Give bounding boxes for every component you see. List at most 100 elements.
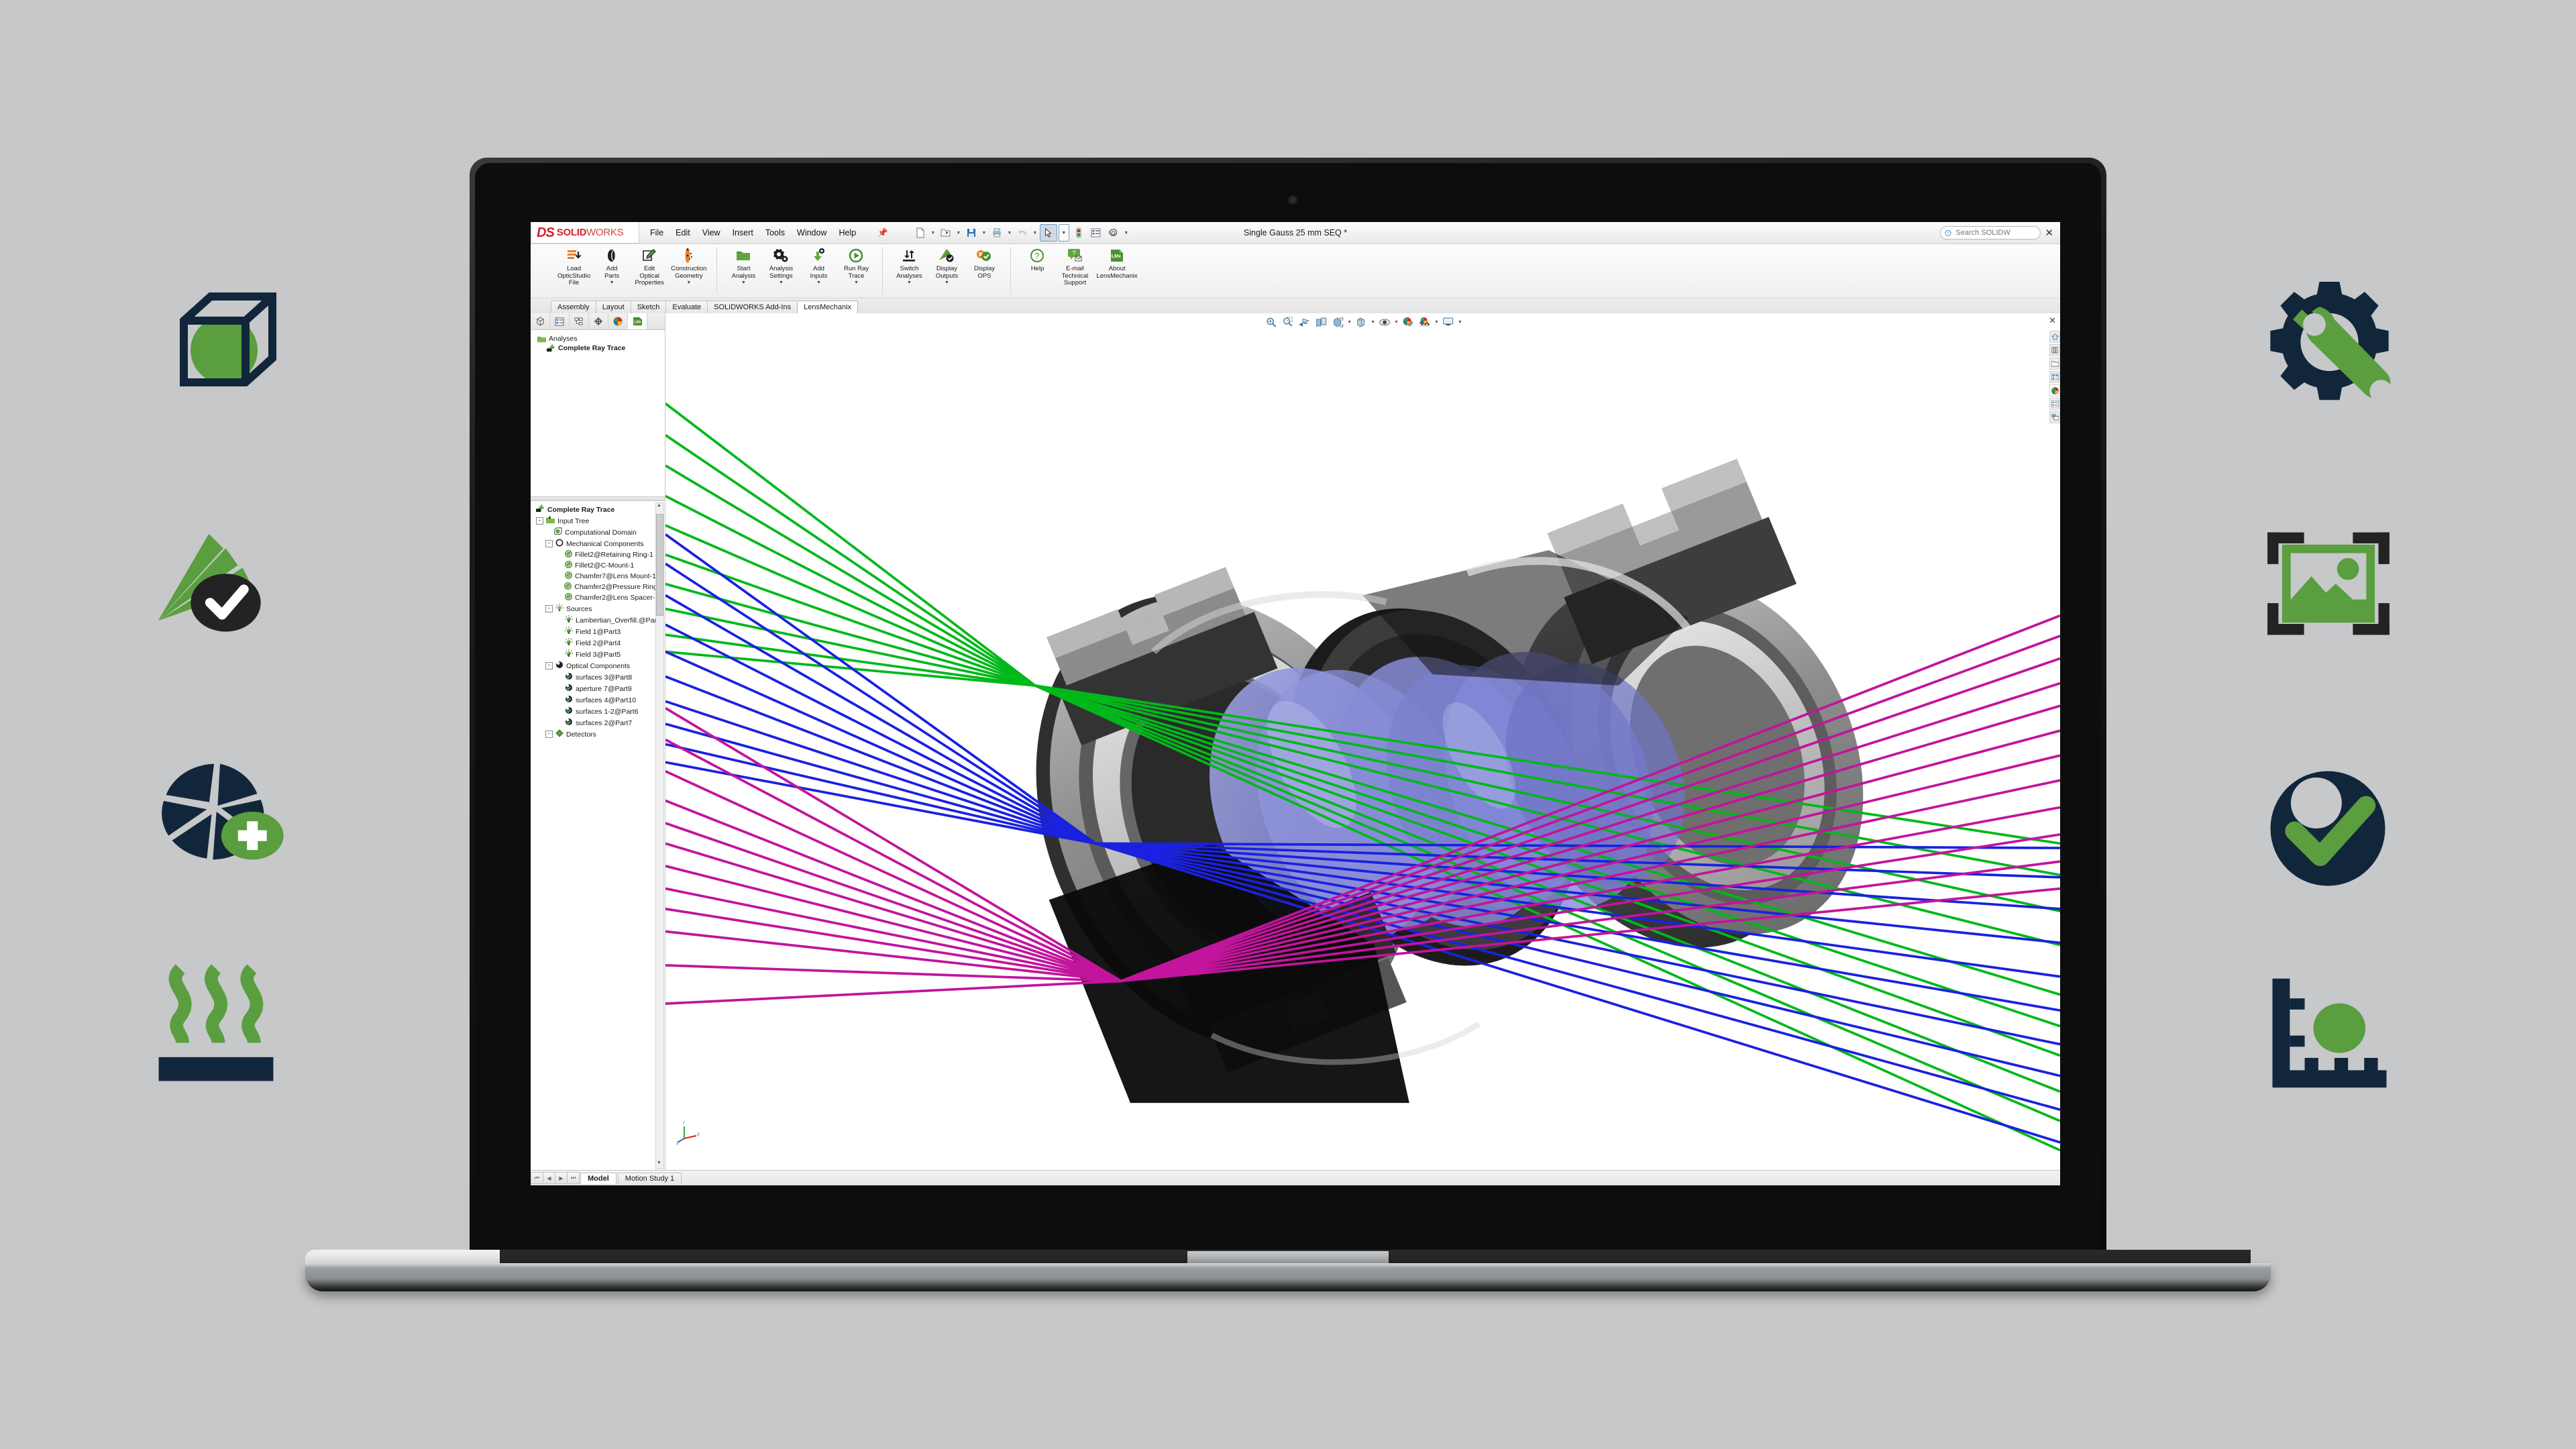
nav-next-button[interactable]: ▶ <box>555 1172 568 1184</box>
add-inputs-dropdown[interactable]: ▼ <box>816 280 821 285</box>
tab-assembly[interactable]: Assembly <box>551 301 596 313</box>
tree-item[interactable]: Field 1@Part3 <box>532 626 663 637</box>
undo-icon[interactable] <box>1014 225 1030 241</box>
scroll-up-arrow[interactable]: ▲ <box>656 503 662 511</box>
new-document-icon[interactable] <box>912 225 928 241</box>
feature-manager-tab[interactable] <box>531 313 550 329</box>
custom-properties-icon[interactable] <box>2049 398 2060 410</box>
edit-optical-properties-button[interactable]: Edit Optical Properties <box>631 244 668 287</box>
display-style-icon[interactable] <box>1354 315 1368 329</box>
view-orientation-caret[interactable]: ▼ <box>1347 320 1352 325</box>
undo-caret[interactable]: ▼ <box>1032 231 1038 235</box>
switch-analyses-button[interactable]: Switch Analyses ▼ <box>890 244 928 285</box>
view-orientation-icon[interactable] <box>1330 315 1345 329</box>
tree-item[interactable]: Fillet2@C-Mount-1 <box>532 560 663 571</box>
tree-item-analyses[interactable]: Analyses <box>533 334 662 343</box>
tree-item-complete-ray-trace[interactable]: Complete Ray Trace <box>533 343 662 353</box>
hide-show-items-icon[interactable] <box>1377 315 1392 329</box>
tree-item[interactable]: Chamfer7@Lens Mount-1 <box>532 571 663 582</box>
dimxpert-manager-tab[interactable] <box>589 313 608 329</box>
open-document-caret[interactable]: ▼ <box>955 231 962 235</box>
status-tab-motion-study[interactable]: Motion Study 1 <box>617 1172 682 1184</box>
tab-lensmechanix[interactable]: LensMechanix <box>797 301 859 313</box>
graphics-viewport[interactable]: ▼ ▼ ▼ ▼ ▼ ✕ Z Y X <box>665 313 2060 1171</box>
tree-item[interactable]: surfaces 4@Part10 <box>532 694 663 706</box>
menu-view[interactable]: View <box>702 228 720 237</box>
menu-file[interactable]: File <box>650 228 663 237</box>
nav-last-button[interactable]: ⏭ <box>567 1172 580 1184</box>
nav-prev-button[interactable]: ◀ <box>543 1172 555 1184</box>
display-style-caret[interactable]: ▼ <box>1371 320 1375 325</box>
tree-item[interactable]: − Sources <box>532 603 663 614</box>
apply-scene-caret[interactable]: ▼ <box>1434 320 1439 325</box>
hide-show-caret[interactable]: ▼ <box>1394 320 1399 325</box>
input-tree-root[interactable]: Complete Ray Trace <box>532 504 663 515</box>
previous-view-icon[interactable] <box>1297 315 1311 329</box>
menu-insert[interactable]: Insert <box>733 228 753 237</box>
tree-expander[interactable]: − <box>545 731 553 738</box>
tree-scrollbar[interactable]: ▲ ▼ <box>655 502 664 1169</box>
search-box[interactable]: ? <box>1940 226 2041 239</box>
close-icon[interactable]: ✕ <box>2045 227 2053 239</box>
analysis-settings-dropdown[interactable]: ▼ <box>779 280 784 285</box>
run-ray-trace-button[interactable]: Run Ray Trace ▼ <box>837 244 875 285</box>
tree-item[interactable]: Chamfer2@Lens Spacer-1 <box>532 592 663 603</box>
tab-solidworks-addins[interactable]: SOLIDWORKS Add-Ins <box>707 301 798 313</box>
section-view-icon[interactable] <box>1313 315 1328 329</box>
about-lensmechanix-button[interactable]: LMx About LensMechanix <box>1093 244 1140 280</box>
nav-first-button[interactable]: ⏮ <box>531 1172 543 1184</box>
add-parts-dropdown[interactable]: ▼ <box>610 280 614 285</box>
home-icon[interactable] <box>2049 331 2060 343</box>
tab-layout[interactable]: Layout <box>595 301 631 313</box>
lensmechanix-manager-tab[interactable]: LMx <box>628 313 647 329</box>
tree-item[interactable]: − Optical Components <box>532 660 663 672</box>
display-ops-button[interactable]: Display OPS <box>965 244 1003 280</box>
apply-scene-icon[interactable] <box>1417 315 1432 329</box>
add-parts-button[interactable]: Add Parts ▼ <box>593 244 631 285</box>
appearances-scenes-icon[interactable] <box>2049 384 2060 396</box>
tree-item[interactable]: surfaces 1-2@Part6 <box>532 706 663 717</box>
menu-window[interactable]: Window <box>797 228 826 237</box>
pin-icon[interactable]: 📌 <box>877 228 888 238</box>
add-inputs-button[interactable]: Add Inputs ▼ <box>800 244 837 285</box>
save-caret[interactable]: ▼ <box>981 231 987 235</box>
tree-item[interactable]: Computational Domain <box>532 527 663 538</box>
save-icon[interactable] <box>963 225 979 241</box>
rebuild-icon[interactable] <box>1071 225 1087 241</box>
settings-gear-icon[interactable] <box>1106 225 1122 241</box>
menu-edit[interactable]: Edit <box>676 228 690 237</box>
help-button[interactable]: ? Help <box>1018 244 1056 273</box>
construction-geometry-button[interactable]: Construction Geometry ▼ <box>668 244 709 285</box>
tree-item[interactable]: surfaces 3@Part8 <box>532 672 663 683</box>
open-document-icon[interactable] <box>938 225 954 241</box>
display-manager-tab[interactable] <box>608 313 628 329</box>
edit-appearance-icon[interactable] <box>1401 315 1415 329</box>
switch-analyses-dropdown[interactable]: ▼ <box>907 280 912 285</box>
tab-sketch[interactable]: Sketch <box>630 301 667 313</box>
tree-item[interactable]: Lambertian_Overfill.@Part1 <box>532 614 663 626</box>
view-settings-caret[interactable]: ▼ <box>1458 320 1462 325</box>
solidworks-logo[interactable]: DS SOLIDWORKS <box>531 222 639 244</box>
view-palette-icon[interactable] <box>2049 371 2060 383</box>
tree-item[interactable]: Field 3@Part5 <box>532 649 663 660</box>
zoom-to-fit-icon[interactable] <box>1263 315 1278 329</box>
print-caret[interactable]: ▼ <box>1006 231 1013 235</box>
tree-item[interactable]: Chamfer2@Pressure Ring-1 <box>532 582 663 592</box>
tree-item[interactable]: − Detectors <box>532 729 663 740</box>
tree-item[interactable]: − Mechanical Components <box>532 538 663 549</box>
analysis-settings-button[interactable]: Analysis Settings ▼ <box>762 244 800 285</box>
tree-expander[interactable]: − <box>545 662 553 669</box>
design-library-icon[interactable] <box>2049 344 2060 356</box>
status-tab-model[interactable]: Model <box>580 1172 616 1184</box>
display-outputs-button[interactable]: Display Outputs ▼ <box>928 244 965 285</box>
tree-item[interactable]: − Input Tree <box>532 515 663 527</box>
tree-item[interactable]: surfaces 2@Part7 <box>532 717 663 729</box>
tree-item[interactable]: Field 2@Part4 <box>532 637 663 649</box>
tree-expander[interactable]: − <box>545 540 553 547</box>
scroll-down-arrow[interactable]: ▼ <box>656 1161 662 1169</box>
menu-help[interactable]: Help <box>839 228 857 237</box>
tree-item[interactable]: aperture 7@Part9 <box>532 683 663 694</box>
email-technical-support-button[interactable]: ? E-mail Technical Support <box>1056 244 1093 287</box>
property-manager-tab[interactable] <box>550 313 570 329</box>
file-explorer-icon[interactable] <box>2049 358 2060 370</box>
